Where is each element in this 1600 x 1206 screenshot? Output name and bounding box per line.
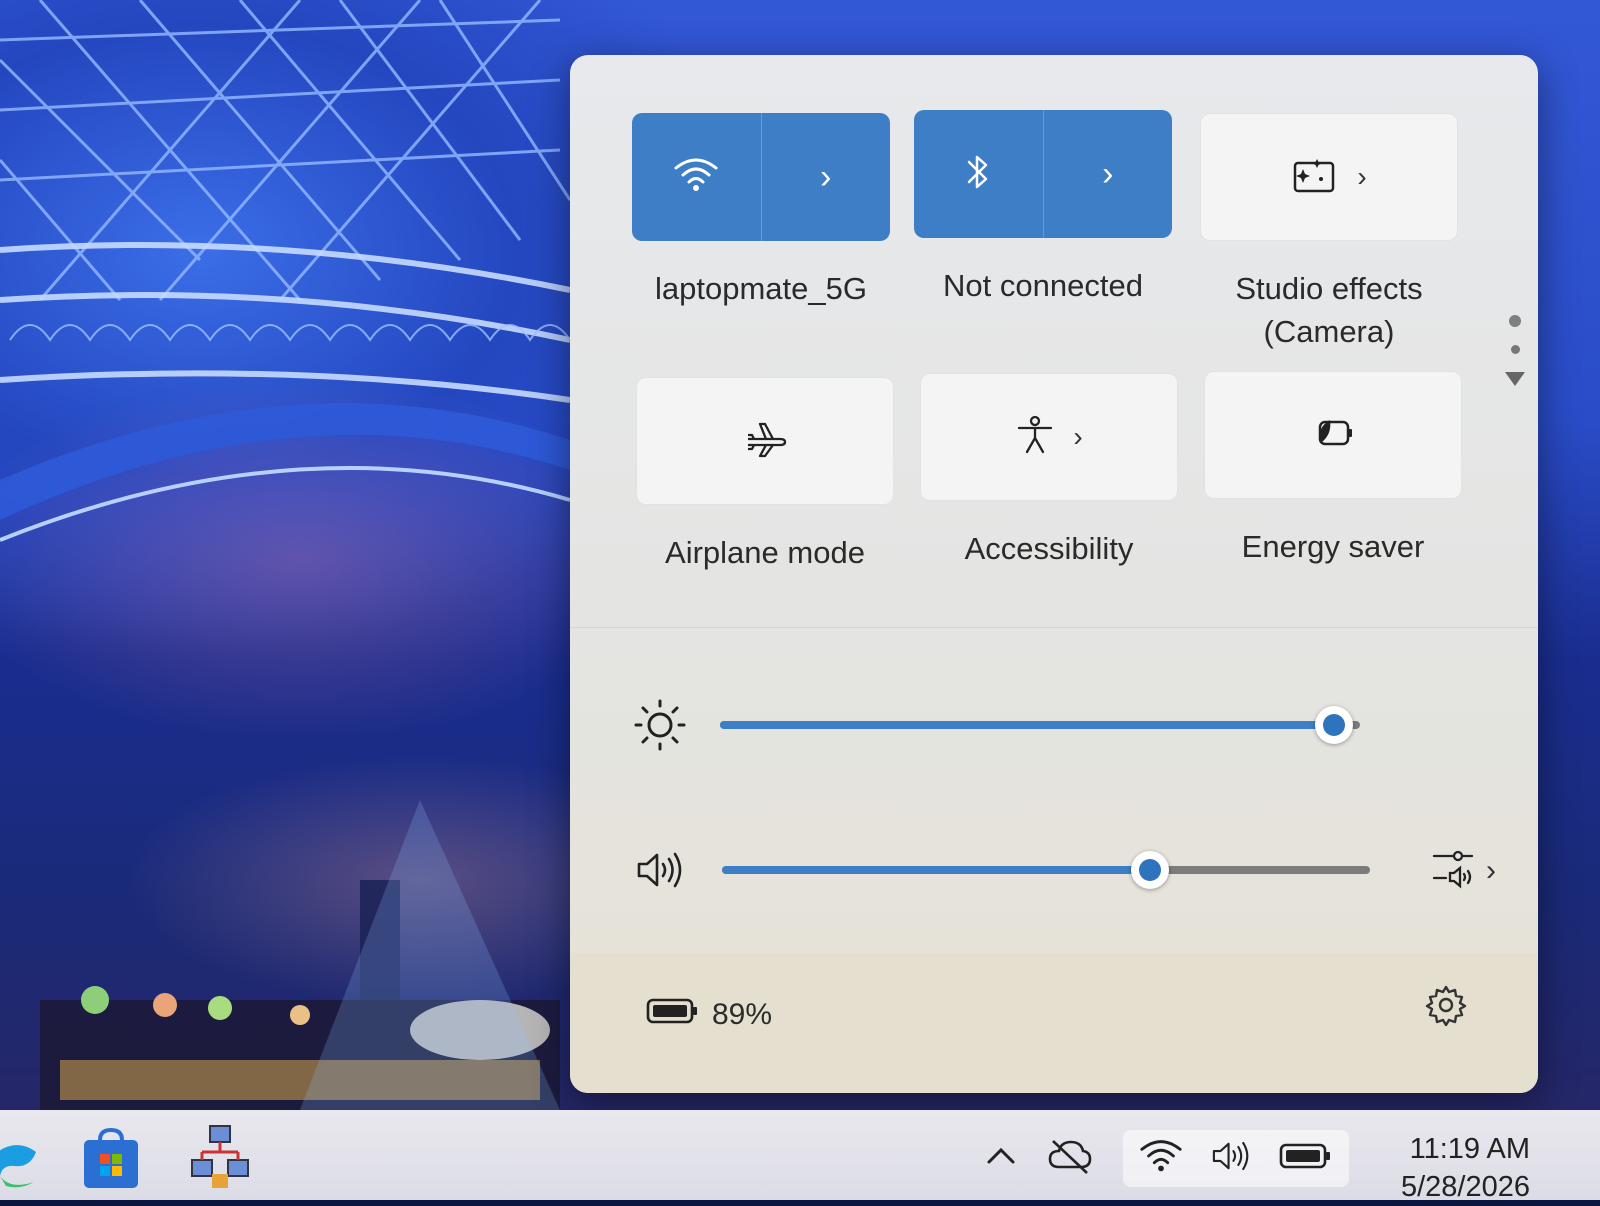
audio-output-button[interactable]: ›: [1432, 846, 1496, 895]
pager-dot-active[interactable]: [1509, 315, 1521, 327]
studio-effects-tile[interactable]: ›: [1200, 113, 1458, 241]
brightness-row: [630, 695, 1490, 755]
accessibility-tile[interactable]: ›: [920, 373, 1178, 501]
bluetooth-tile: ›: [914, 110, 1172, 238]
wifi-toggle-button[interactable]: [632, 113, 762, 241]
store-icon: [82, 1127, 140, 1194]
network-app-icon: [190, 1125, 250, 1194]
energy-saver-icon: [1310, 416, 1356, 455]
energy-saver-tile[interactable]: [1204, 371, 1462, 499]
edge-icon: [0, 1145, 40, 1196]
airplane-mode-tile[interactable]: [636, 377, 894, 505]
wifi-icon: [1139, 1136, 1183, 1181]
volume-row: ›: [630, 840, 1496, 900]
airplane-icon: [742, 418, 788, 465]
tile-pager: [1500, 315, 1530, 386]
volume-slider[interactable]: [722, 851, 1370, 889]
quick-settings-footer: 89%: [570, 953, 1538, 1093]
battery-percent: 89%: [712, 998, 773, 1031]
bluetooth-icon: [963, 151, 993, 198]
studio-effects-icon: [1291, 155, 1339, 200]
wifi-tile-label: laptopmate_5G: [655, 271, 867, 306]
speaker-icon: [1209, 1136, 1253, 1181]
store-button[interactable]: [82, 1127, 140, 1195]
accessibility-icon: [1015, 414, 1055, 461]
brightness-slider-thumb[interactable]: [1315, 706, 1354, 744]
brightness-slider[interactable]: [720, 706, 1360, 744]
bluetooth-more-button[interactable]: ›: [1044, 110, 1173, 238]
brightness-slider-fill: [720, 721, 1335, 729]
volume-slider-fill: [722, 866, 1150, 874]
audio-output-icon: [1432, 846, 1476, 895]
quick-settings-tray-button[interactable]: [1123, 1130, 1349, 1187]
battery-icon: [1279, 1142, 1333, 1175]
energy-saver-tile-group: Energy saver: [1204, 371, 1462, 568]
chevron-right-icon: ›: [1486, 853, 1496, 887]
network-app-button[interactable]: [190, 1124, 250, 1195]
chevron-right-icon: ›: [1102, 155, 1114, 193]
volume-slider-thumb[interactable]: [1130, 851, 1169, 889]
clock[interactable]: 11:19 AM 5/28/2026: [1401, 1130, 1530, 1206]
bluetooth-toggle-button[interactable]: [914, 110, 1044, 238]
studio-effects-tile-group: › Studio effects (Camera): [1200, 113, 1458, 353]
next-page-arrow-icon[interactable]: [1505, 372, 1525, 386]
bluetooth-tile-group: › Not connected: [914, 110, 1172, 307]
chevron-right-icon: ›: [820, 158, 832, 196]
airplane-tile-group: Airplane mode: [636, 377, 894, 574]
pager-dot[interactable]: [1510, 345, 1520, 354]
chevron-up-icon[interactable]: [985, 1140, 1017, 1177]
studio-effects-tile-label: Studio effects (Camera): [1235, 271, 1423, 349]
gear-icon: [1424, 985, 1468, 1031]
accessibility-tile-label: Accessibility: [964, 531, 1134, 566]
battery-icon: [646, 997, 700, 1033]
system-tray: [985, 1130, 1349, 1187]
eiffel-tower-illustration: [0, 0, 572, 1110]
cloud-offline-icon[interactable]: [1047, 1137, 1093, 1180]
clock-date: 5/28/2026: [1400, 1171, 1530, 1203]
speaker-icon[interactable]: [630, 840, 690, 900]
wifi-tile-group: › laptopmate_5G: [632, 113, 890, 310]
battery-status[interactable]: 89%: [646, 997, 772, 1033]
taskbar: 11:19 AM 5/28/2026: [0, 1110, 1600, 1203]
accessibility-tile-group: › Accessibility: [920, 373, 1178, 570]
energy-saver-tile-label: Energy saver: [1241, 529, 1425, 564]
brightness-icon: [630, 695, 690, 755]
wifi-more-button[interactable]: ›: [762, 113, 891, 241]
chevron-right-icon: ›: [1357, 161, 1367, 192]
divider: [570, 627, 1538, 628]
edge-button[interactable]: [0, 1132, 40, 1197]
wifi-icon: [673, 155, 719, 200]
airplane-tile-label: Airplane mode: [665, 535, 865, 570]
clock-time: 11:19 AM: [1409, 1133, 1530, 1165]
wifi-tile: ›: [632, 113, 890, 241]
chevron-right-icon: ›: [1073, 421, 1083, 452]
settings-button[interactable]: [1424, 983, 1468, 1032]
quick-settings-panel: › laptopmate_5G › Not connected › Studio…: [570, 55, 1538, 1093]
bluetooth-tile-label: Not connected: [943, 268, 1143, 303]
